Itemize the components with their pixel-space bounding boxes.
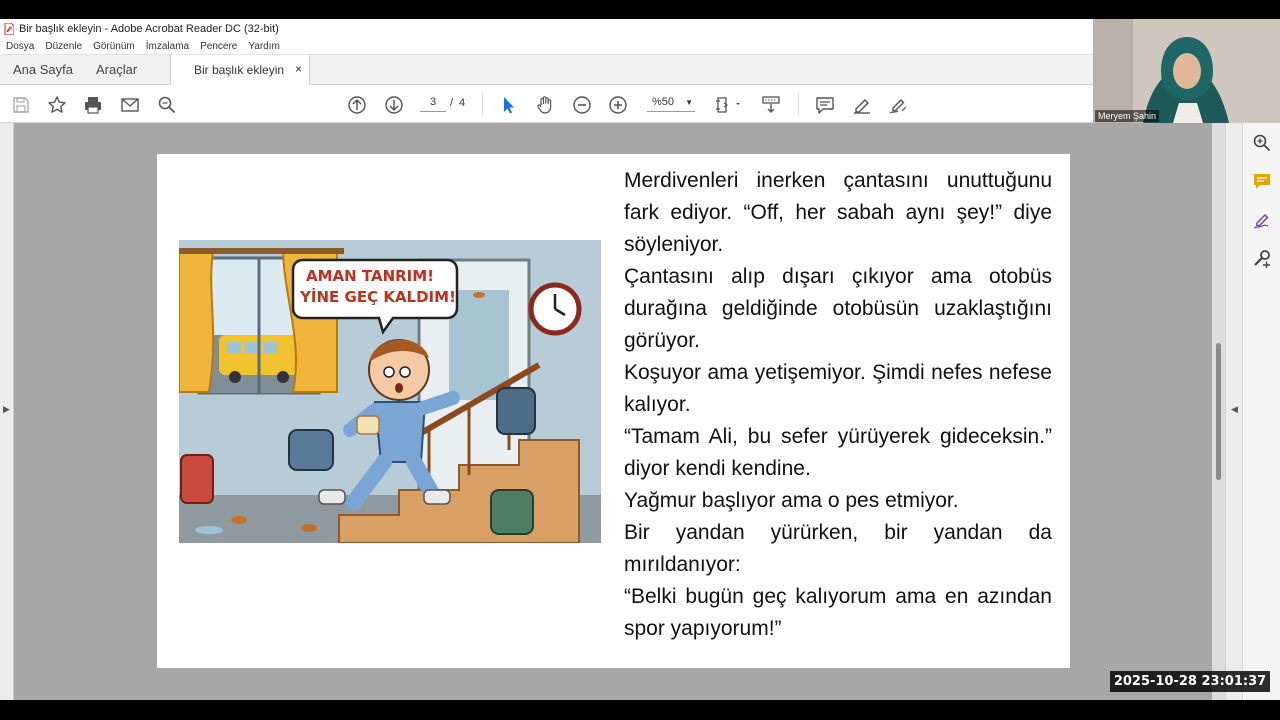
paragraph: “Belki bugün geç kalıyorum ama en azında…	[624, 585, 1052, 640]
zoom-out-icon[interactable]	[571, 94, 593, 116]
scroll-mode-icon[interactable]	[760, 94, 782, 116]
boy-late-for-school-illustration: AMAN TANRIM! YİNE GEÇ KALDIM!	[179, 240, 601, 543]
toolbar-divider	[798, 93, 799, 115]
menu-view[interactable]: Görünüm	[93, 41, 135, 52]
chevron-down-icon: ▼	[685, 98, 693, 107]
story-text: Merdivenleri inerken çantasını unuttuğun…	[624, 165, 1052, 645]
toolbar: 3 / 4 %50 ▼	[0, 85, 1093, 123]
tab-bar: Ana Sayfa Araçlar Bir başlık ekleyin ×	[0, 55, 1093, 86]
acrobat-reader-window: Bir başlık ekleyin - Adobe Acrobat Reade…	[0, 0, 1280, 720]
select-cursor-icon[interactable]	[497, 94, 519, 116]
tools-pane	[1242, 123, 1280, 700]
recording-timestamp: 2025-10-28 23:01:37	[1110, 671, 1270, 692]
vertical-scrollbar[interactable]	[1212, 123, 1225, 700]
paragraph: Yağmur başlıyor ama o pes etmiyor.	[624, 489, 959, 512]
collapse-right-icon: ◀	[1231, 404, 1238, 414]
document-viewport[interactable]: ▶ AMAN TANRIM! YİNE GEÇ KALDIM! Merdiven…	[0, 123, 1242, 700]
bottom-bar	[0, 700, 1280, 720]
title-bar: Bir başlık ekleyin - Adobe Acrobat Reade…	[0, 19, 1093, 38]
total-pages: 4	[459, 97, 466, 109]
comment-tool-icon[interactable]	[1252, 171, 1272, 191]
page-separator: /	[450, 97, 454, 109]
scrollbar-thumb[interactable]	[1216, 343, 1221, 480]
menu-sign[interactable]: İmzalama	[146, 41, 189, 52]
pdf-page: AMAN TANRIM! YİNE GEÇ KALDIM! Merdivenle…	[157, 154, 1070, 668]
highlight-pen-icon[interactable]	[851, 94, 873, 116]
page-fit-icon[interactable]	[713, 94, 743, 116]
left-panel-toggle[interactable]: ▶	[0, 123, 14, 700]
tab-home[interactable]: Ana Sayfa	[13, 62, 73, 77]
illustration-image: AMAN TANRIM! YİNE GEÇ KALDIM!	[179, 240, 601, 543]
toolbar-divider	[482, 93, 483, 115]
participant-name: Meryem Şahin	[1095, 110, 1160, 122]
zoom-tool-icon[interactable]	[1252, 133, 1272, 153]
expand-left-icon: ▶	[3, 404, 10, 414]
comment-icon[interactable]	[814, 94, 836, 116]
star-icon[interactable]	[46, 94, 68, 116]
pdf-app-icon	[4, 22, 14, 35]
paragraph: Çantasını alıp dışarı çıkıyor ama otobüs…	[624, 265, 1052, 352]
close-tab-icon[interactable]: ×	[295, 62, 302, 76]
tab-tools[interactable]: Araçlar	[96, 62, 137, 77]
window-title: Bir başlık ekleyin - Adobe Acrobat Reade…	[19, 22, 279, 35]
paragraph: Bir yandan yürürken, bir yandan da mırıl…	[624, 521, 1052, 576]
right-panel-toggle[interactable]: ◀	[1225, 123, 1242, 700]
zoom-level-select[interactable]: %50 ▼	[647, 96, 695, 112]
email-icon[interactable]	[119, 94, 141, 116]
paragraph: “Tamam Ali, bu sefer yürüyerek gideceksi…	[624, 425, 1052, 480]
paragraph: Merdivenleri inerken çantasını unuttuğun…	[624, 169, 1052, 256]
menu-file[interactable]: Dosya	[6, 41, 34, 52]
more-tools-icon[interactable]	[1252, 248, 1272, 269]
speech-bubble-line-2: YİNE GEÇ KALDIM!	[299, 287, 456, 306]
previous-page-icon[interactable]	[346, 94, 368, 116]
sign-pen-icon[interactable]	[887, 94, 909, 116]
webcam-video: Meryem Şahin	[1093, 19, 1280, 123]
speech-bubble-line-1: AMAN TANRIM!	[306, 267, 434, 285]
paragraph: Koşuyor ama yetişemiyor. Şimdi nefes nef…	[624, 361, 1052, 416]
page-number-input[interactable]: 3	[420, 96, 446, 112]
tab-document[interactable]: Bir başlık ekleyin ×	[170, 55, 310, 86]
menu-edit[interactable]: Düzenle	[45, 41, 82, 52]
next-page-icon[interactable]	[383, 94, 405, 116]
save-icon[interactable]	[10, 94, 32, 116]
menu-bar: Dosya Düzenle Görünüm İmzalama Pencere Y…	[0, 38, 1093, 55]
hand-tool-icon[interactable]	[534, 94, 556, 116]
tab-document-label: Bir başlık ekleyin	[194, 63, 285, 77]
fill-sign-icon[interactable]	[1252, 210, 1272, 230]
participant-video-image	[1093, 19, 1280, 123]
menu-window[interactable]: Pencere	[200, 41, 237, 52]
zoom-level-value: %50	[652, 96, 675, 108]
menu-help[interactable]: Yardım	[248, 41, 280, 52]
print-icon[interactable]	[82, 94, 104, 116]
search-icon[interactable]	[156, 94, 178, 116]
zoom-in-icon[interactable]	[607, 94, 629, 116]
